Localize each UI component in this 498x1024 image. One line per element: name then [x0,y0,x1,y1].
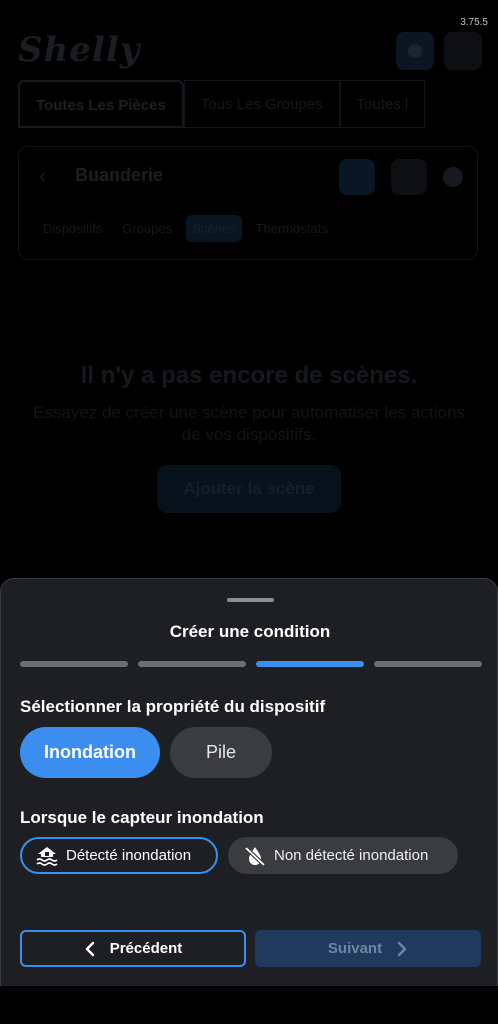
previous-button-label: Précédent [109,940,183,957]
property-flood-button[interactable]: Inondation [20,727,160,778]
flood-house-icon [36,846,58,866]
step-progress [20,661,482,667]
step-3-current [256,661,364,667]
room-subtabs: Dispositifs Groupes Scènes Thermostats [37,215,334,242]
property-section-label: Sélectionner la propriété du dispositif [20,697,326,716]
next-button-label: Suivant [327,940,383,957]
tab-all-other: Toutes l [339,80,426,128]
step-4 [374,661,482,667]
property-battery-button[interactable]: Pile [170,727,272,778]
info-icon [443,167,463,187]
create-condition-sheet: Créer une condition Sélectionner la prop… [0,578,498,986]
property-options: Inondation Pile [20,727,272,778]
shelly-logo: Shelly [18,30,141,70]
next-button[interactable]: Suivant [255,930,481,967]
flood-not-detected-label: Non détecté inondation [274,847,429,864]
menu-header-button [444,32,482,70]
condition-section-label: Lorsque le capteur inondation [20,808,264,827]
add-icon [339,159,375,195]
subtab-groups: Groupes [122,221,173,236]
scenes-header-button [396,32,434,70]
tab-all-rooms: Toutes Les Pièces [18,80,184,128]
system-navigation-bar [0,986,498,1024]
edit-icon [391,159,427,195]
step-1 [20,661,128,667]
previous-button[interactable]: Précédent [20,930,246,967]
sheet-title: Créer une condition [169,622,331,641]
chevron-left-icon [85,941,94,956]
gear-icon [408,44,422,58]
subtab-scenes: Scènes [186,215,242,242]
chevron-left-icon: ‹ [39,163,47,188]
room-card: ‹ Buanderie Dispositifs Groupes Scènes T… [18,146,478,260]
add-scene-button: Ajouter la scène [157,465,341,513]
no-water-icon [244,846,266,866]
sheet-drag-handle[interactable] [227,598,274,602]
room-tabs: Toutes Les Pièces Tous Les Groupes Toute… [18,80,426,128]
flood-detected-label: Détecté inondation [66,847,192,864]
room-name: Buanderie [75,165,164,185]
step-2 [138,661,246,667]
flood-not-detected-option[interactable]: Non détecté inondation [228,837,458,874]
flood-detected-option[interactable]: Détecté inondation [20,837,218,874]
subtab-thermostats: Thermostats [255,221,328,236]
condition-options: Détecté inondation Non détecté inondatio… [20,837,458,874]
empty-state-subtitle: Essayez de créer une scène pour automati… [33,403,465,444]
tab-all-groups: Tous Les Groupes [183,80,340,128]
subtab-devices: Dispositifs [43,221,103,236]
empty-state-title: Il n'y a pas encore de scènes. [80,362,418,389]
chevron-right-icon [397,941,407,956]
